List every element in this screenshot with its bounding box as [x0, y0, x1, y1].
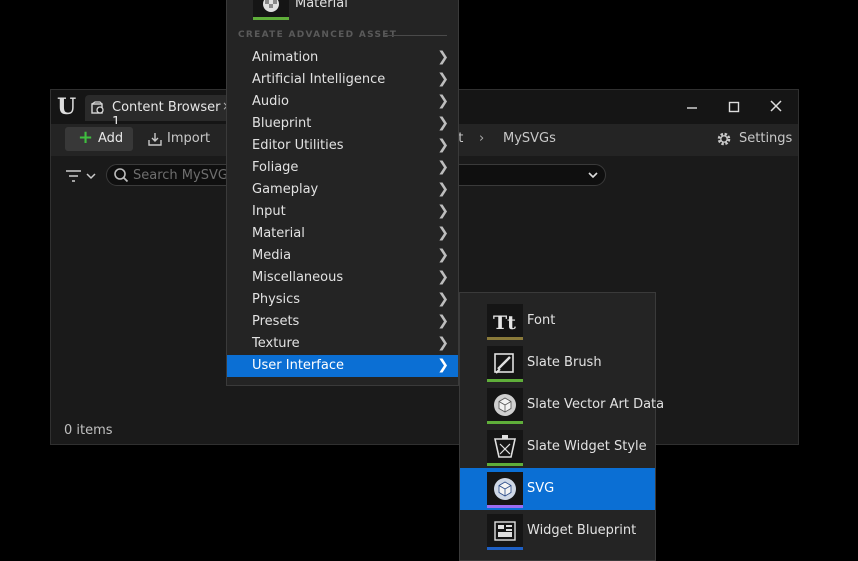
menu-item-label: Presets — [252, 314, 300, 329]
menu-item-label: Foliage — [252, 160, 299, 175]
submenu-item-label: SVG — [527, 481, 555, 496]
add-asset-menu: Material CREATE ADVANCED ASSET Animation… — [226, 0, 459, 386]
tab-content-browser[interactable]: Content Browser 1 × — [85, 95, 232, 130]
import-label: Import — [167, 131, 211, 146]
add-button[interactable]: + Add — [65, 127, 133, 151]
import-icon — [148, 133, 162, 146]
menu-item-label: Media — [252, 248, 292, 263]
slate-brush-icon — [487, 346, 523, 382]
content-browser-icon — [91, 101, 104, 114]
menu-item-label: Input — [252, 204, 286, 219]
menu-item-media[interactable]: Media ❯ — [227, 245, 458, 267]
menu-item-physics[interactable]: Physics ❯ — [227, 289, 458, 311]
menu-item-foliage[interactable]: Foliage ❯ — [227, 157, 458, 179]
maximize-button[interactable] — [719, 96, 749, 118]
minimize-button[interactable] — [677, 96, 707, 118]
chevron-right-icon: ❯ — [437, 313, 449, 329]
menu-item-texture[interactable]: Texture ❯ — [227, 333, 458, 355]
menu-item-label: Blueprint — [252, 116, 312, 131]
chevron-right-icon: ❯ — [437, 269, 449, 285]
menu-item-gameplay[interactable]: Gameplay ❯ — [227, 179, 458, 201]
menu-item-label: Audio — [252, 94, 289, 109]
submenu-item-label: Widget Blueprint — [527, 523, 637, 538]
chevron-right-icon: ❯ — [437, 159, 449, 175]
menu-item-label: Texture — [252, 336, 300, 351]
menu-item-label: Material — [252, 226, 305, 241]
unreal-logo-icon: U — [57, 94, 77, 120]
slate-widget-style-icon — [487, 430, 523, 466]
chevron-right-icon: ❯ — [437, 335, 449, 351]
submenu-item-slate-widget-style[interactable]: Slate Widget Style — [460, 426, 655, 468]
chevron-right-icon: ❯ — [437, 291, 449, 307]
filter-button[interactable] — [65, 167, 101, 185]
search-dropdown-chevron-icon[interactable] — [587, 165, 599, 185]
submenu-item-label: Slate Widget Style — [527, 439, 647, 454]
menu-item-label: Physics — [252, 292, 301, 307]
material-thumbnail-icon — [253, 0, 289, 20]
close-icon — [770, 100, 782, 112]
submenu-item-label: Slate Vector Art Data — [527, 397, 665, 412]
chevron-right-icon: ❯ — [437, 357, 449, 373]
gear-icon — [717, 132, 731, 146]
submenu-item-slate-vector-art-data[interactable]: Slate Vector Art Data — [460, 384, 664, 426]
chevron-right-icon: ❯ — [437, 203, 449, 219]
chevron-right-icon: ❯ — [437, 115, 449, 131]
submenu-item-slate-brush[interactable]: Slate Brush — [460, 342, 655, 384]
submenu-item-label: Slate Brush — [527, 355, 602, 370]
close-window-button[interactable] — [761, 96, 791, 118]
search-icon — [114, 168, 129, 183]
widget-blueprint-icon — [487, 514, 523, 550]
font-icon: Tt — [487, 304, 523, 340]
menu-item-audio[interactable]: Audio ❯ — [227, 91, 458, 113]
menu-item-miscellaneous[interactable]: Miscellaneous ❯ — [227, 267, 458, 289]
svg-icon — [487, 472, 523, 508]
breadcrumb-chevron-icon: › — [479, 131, 485, 146]
submenu-item-label: Font — [527, 313, 556, 328]
add-label: Add — [98, 131, 124, 146]
chevron-right-icon: ❯ — [437, 71, 449, 87]
menu-item-presets[interactable]: Presets ❯ — [227, 311, 458, 333]
menu-item-animation[interactable]: Animation ❯ — [227, 47, 458, 69]
settings-label: Settings — [739, 131, 793, 146]
menu-item-label: User Interface — [252, 358, 344, 373]
menu-item-label: Animation — [252, 50, 319, 65]
svg-text:Tt: Tt — [493, 312, 516, 334]
user-interface-submenu: Tt Font Slate Brush Slate Vector Art Dat… — [459, 292, 664, 561]
menu-item-user-interface[interactable]: User Interface ❯ — [227, 355, 458, 377]
menu-item-input[interactable]: Input ❯ — [227, 201, 458, 223]
menu-item-editor-utilities[interactable]: Editor Utilities ❯ — [227, 135, 458, 157]
slate-vector-art-icon — [487, 388, 523, 424]
maximize-icon — [728, 101, 740, 113]
menu-item-material[interactable]: Material ❯ — [227, 223, 458, 245]
chevron-right-icon: ❯ — [437, 181, 449, 197]
menu-item-label: Material — [295, 0, 348, 11]
submenu-item-svg[interactable]: SVG — [460, 468, 655, 510]
chevron-down-icon — [86, 173, 96, 180]
plus-icon: + — [78, 127, 94, 148]
chevron-right-icon: ❯ — [437, 137, 449, 153]
section-divider — [384, 35, 447, 36]
chevron-right-icon: ❯ — [437, 49, 449, 65]
section-header: CREATE ADVANCED ASSET — [238, 30, 398, 40]
breadcrumb-item-mysvgs[interactable]: MySVGs — [503, 131, 556, 146]
submenu-item-widget-blueprint[interactable]: Widget Blueprint — [460, 510, 655, 552]
menu-item-label: Artificial Intelligence — [252, 72, 386, 87]
item-count: 0 items — [64, 423, 113, 438]
chevron-right-icon: ❯ — [437, 93, 449, 109]
submenu-item-font[interactable]: Tt Font — [460, 300, 655, 342]
menu-item-label: Gameplay — [252, 182, 319, 197]
menu-item-blueprint[interactable]: Blueprint ❯ — [227, 113, 458, 135]
chevron-right-icon: ❯ — [437, 247, 449, 263]
minimize-icon — [687, 107, 697, 109]
menu-item-label: Miscellaneous — [252, 270, 344, 285]
chevron-right-icon: ❯ — [437, 225, 449, 241]
filter-icon — [66, 170, 81, 182]
menu-item-artificial-intelligence[interactable]: Artificial Intelligence ❯ — [227, 69, 458, 91]
menu-item-label: Editor Utilities — [252, 138, 344, 153]
